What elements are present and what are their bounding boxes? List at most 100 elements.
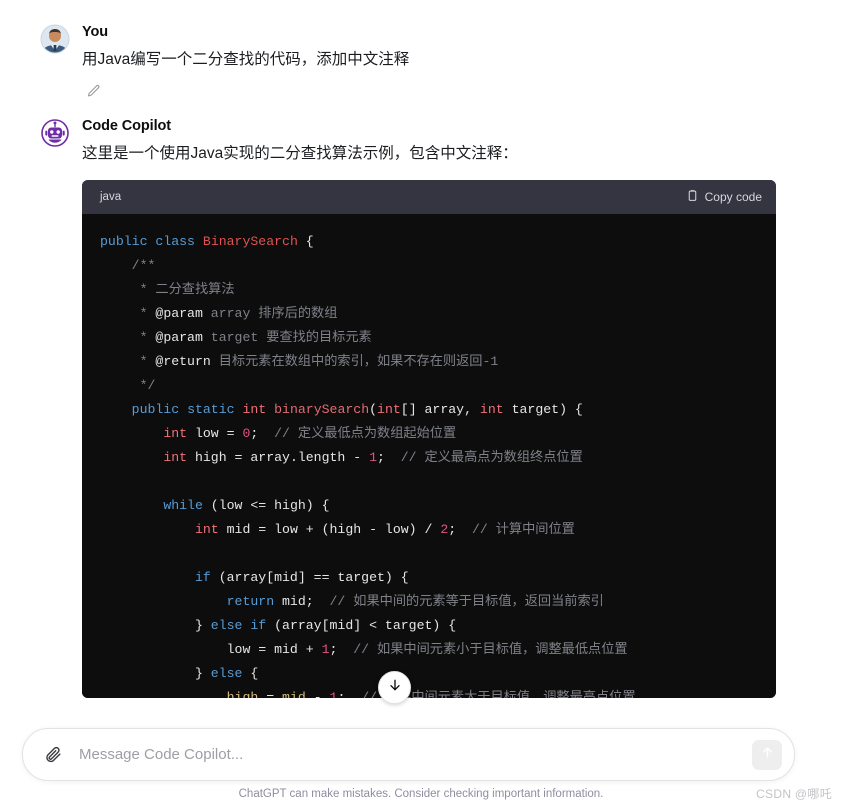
code-line: public class BinarySearch { xyxy=(100,230,776,254)
code-token: // 如果中间的元素等于目标值，返回当前索引 xyxy=(329,594,604,609)
code-token: @param xyxy=(155,330,203,345)
code-token: ; xyxy=(377,450,401,465)
code-token: return xyxy=(226,594,275,609)
arrow-down-icon xyxy=(387,677,403,698)
code-token: ) { xyxy=(559,402,583,417)
code-token: * xyxy=(100,354,156,369)
user-avatar-wrap xyxy=(40,22,74,102)
assistant-author-name: Code Copilot xyxy=(82,118,172,134)
code-token: (low <= high) { xyxy=(202,498,330,513)
code-block-header: java Copy code xyxy=(82,180,776,214)
code-token: /** xyxy=(100,258,156,273)
code-token: int xyxy=(377,402,401,417)
code-token: * xyxy=(100,306,156,321)
composer-region: ChatGPT can make mistakes. Consider chec… xyxy=(0,722,842,811)
code-token: binarySearch xyxy=(274,402,370,417)
message-user: You 用Java编写一个二分查找的代码，添加中文注释 xyxy=(0,0,842,102)
code-token: class xyxy=(155,234,195,249)
code-line: if (array[mid] == target) { xyxy=(100,566,776,590)
code-token: @param xyxy=(155,306,203,321)
clipboard-icon xyxy=(686,189,699,205)
code-token: low = mid + xyxy=(100,642,322,657)
code-token: if xyxy=(194,570,211,585)
code-token: (array[mid] == target) { xyxy=(210,570,409,585)
code-line: * @param target 要查找的目标元素 xyxy=(100,326,776,350)
code-language-label: java xyxy=(100,191,122,203)
user-avatar xyxy=(40,24,70,54)
code-token: mid xyxy=(282,690,306,698)
code-token: { xyxy=(297,234,314,249)
code-token: if xyxy=(250,618,267,633)
user-message-body: You 用Java编写一个二分查找的代码，添加中文注释 xyxy=(74,22,842,102)
code-token: low = xyxy=(187,426,243,441)
conversation-scroll-area[interactable]: You 用Java编写一个二分查找的代码，添加中文注释 Code Copilot… xyxy=(0,0,842,722)
code-token: int xyxy=(242,402,267,417)
code-token: * xyxy=(100,330,156,345)
code-line: int high = array.length - 1; // 定义最高点为数组… xyxy=(100,446,776,470)
code-token: else xyxy=(210,666,243,681)
code-line: * @return 目标元素在数组中的索引，如果不存在则返回-1 xyxy=(100,350,776,374)
code-token: public xyxy=(100,234,148,249)
code-token: // 如果中间元素小于目标值，调整最低点位置 xyxy=(353,642,628,657)
message-composer[interactable] xyxy=(22,728,795,781)
arrow-up-icon xyxy=(760,745,775,765)
user-message-text: 用Java编写一个二分查找的代码，添加中文注释 xyxy=(82,51,410,68)
code-token: ; xyxy=(337,690,362,698)
code-token: else xyxy=(210,618,243,633)
pencil-icon[interactable] xyxy=(82,80,104,102)
code-token: } xyxy=(100,618,211,633)
message-input[interactable] xyxy=(67,739,752,770)
user-message-actions xyxy=(82,72,842,102)
code-token: ; xyxy=(329,642,354,657)
code-token: BinarySearch xyxy=(202,234,298,249)
code-line: int mid = low + (high - low) / 2; // 计算中… xyxy=(100,518,776,542)
code-line: low = mid + 1; // 如果中间元素小于目标值，调整最低点位置 xyxy=(100,638,776,662)
code-line: * @param array 排序后的数组 xyxy=(100,302,776,326)
code-line: /** xyxy=(100,254,776,278)
code-token: mid; xyxy=(274,594,330,609)
code-line: while (low <= high) { xyxy=(100,494,776,518)
code-line: } else { xyxy=(100,662,776,686)
code-token: } xyxy=(100,666,211,681)
code-token: target 要查找的目标元素 xyxy=(202,330,372,345)
code-block: java Copy code public class BinarySearch… xyxy=(82,180,776,698)
code-token: */ xyxy=(100,378,156,393)
code-token: high = array.length - xyxy=(187,450,370,465)
code-token: while xyxy=(163,498,203,513)
code-token: high xyxy=(226,690,259,698)
copy-code-label: Copy code xyxy=(704,190,762,204)
code-token: mid = low + (high - low) / xyxy=(218,522,441,537)
user-author-name: You xyxy=(82,24,109,40)
code-token: 1 xyxy=(321,642,330,657)
code-token: int xyxy=(194,522,219,537)
assistant-message-body: Code Copilot 这里是一个使用Java实现的二分查找算法示例，包含中文… xyxy=(74,116,842,698)
paperclip-icon[interactable] xyxy=(39,741,67,769)
code-token: // 定义最高点为数组终点位置 xyxy=(400,450,583,465)
copy-code-button[interactable]: Copy code xyxy=(686,189,762,205)
code-content[interactable]: public class BinarySearch { /** * 二分查找算法… xyxy=(82,214,776,698)
code-token: public xyxy=(131,402,180,417)
code-line: int low = 0; // 定义最低点为数组起始位置 xyxy=(100,422,776,446)
code-token: static xyxy=(187,402,235,417)
assistant-avatar-wrap xyxy=(40,116,74,698)
scroll-to-bottom-button[interactable] xyxy=(378,671,411,704)
code-token: target xyxy=(503,402,560,417)
robot-avatar xyxy=(40,118,70,148)
code-token: 1 xyxy=(369,450,378,465)
code-token: - xyxy=(305,690,330,698)
code-token: { xyxy=(242,666,259,681)
code-line: return mid; // 如果中间的元素等于目标值，返回当前索引 xyxy=(100,590,776,614)
code-token: ( xyxy=(369,402,378,417)
send-button[interactable] xyxy=(752,739,782,770)
